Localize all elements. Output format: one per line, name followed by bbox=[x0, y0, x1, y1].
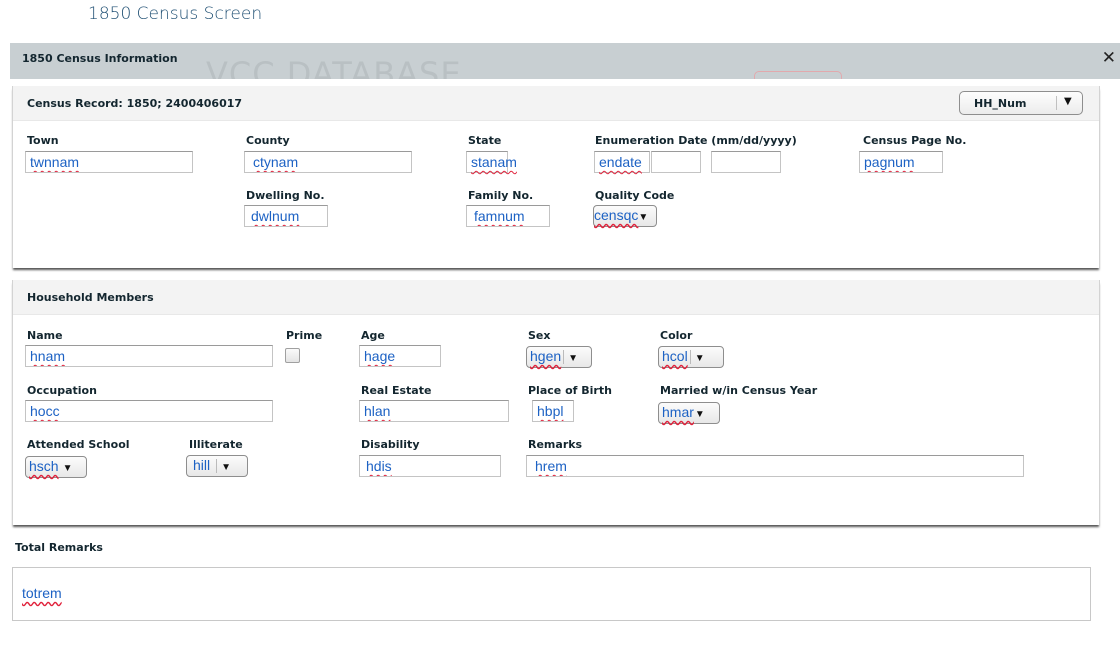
chevron-down-icon: ▼ bbox=[638, 212, 649, 223]
real-estate-input[interactable]: hlan bbox=[359, 400, 509, 422]
chevron-down-icon: ▼ bbox=[1064, 96, 1072, 107]
disability-value: hdis bbox=[366, 458, 392, 474]
real-estate-label: Real Estate bbox=[361, 384, 432, 397]
select-separator bbox=[216, 459, 218, 474]
enumeration-day-input[interactable] bbox=[651, 151, 701, 173]
close-button[interactable]: ✕ bbox=[1102, 50, 1116, 67]
county-input[interactable]: ctynam bbox=[244, 151, 412, 173]
age-value: hage bbox=[364, 348, 396, 364]
age-label: Age bbox=[361, 329, 385, 342]
enumeration-month-value: endate bbox=[599, 154, 642, 170]
place-of-birth-label: Place of Birth bbox=[528, 384, 612, 397]
illiterate-value: hill bbox=[193, 457, 211, 473]
census-page-value: pagnum bbox=[864, 154, 915, 170]
chevron-down-icon: ▼ bbox=[694, 409, 705, 420]
remarks-value: hrem bbox=[535, 458, 567, 474]
select-separator bbox=[1056, 96, 1057, 110]
place-of-birth-value: hbpl bbox=[537, 403, 564, 419]
occupation-label: Occupation bbox=[27, 384, 97, 397]
household-members-header: Household Members bbox=[13, 280, 1099, 315]
chevron-down-icon: ▼ bbox=[62, 463, 73, 474]
watermark-decoration bbox=[754, 71, 842, 79]
name-label: Name bbox=[27, 329, 63, 342]
town-label: Town bbox=[27, 134, 59, 147]
enumeration-month-input[interactable]: endate bbox=[594, 151, 650, 173]
enumeration-year-input[interactable] bbox=[711, 151, 781, 173]
county-label: County bbox=[246, 134, 290, 147]
family-input[interactable]: famnum bbox=[466, 205, 550, 227]
prime-label: Prime bbox=[286, 329, 323, 342]
name-input[interactable]: hnam bbox=[25, 345, 273, 367]
occupation-input[interactable]: hocc bbox=[25, 400, 273, 422]
household-members-panel: Household Members Name hnam Prime Age ha… bbox=[12, 280, 1100, 525]
hh-num-select[interactable]: HH_Num ▼ bbox=[959, 91, 1083, 115]
dialog-header: 1850 Census Information VCC DATABASE ✕ bbox=[10, 43, 1120, 79]
dwelling-input[interactable]: dwlnum bbox=[244, 205, 328, 227]
census-page-input[interactable]: pagnum bbox=[859, 151, 943, 173]
state-label: State bbox=[468, 134, 502, 147]
name-value: hnam bbox=[30, 348, 66, 364]
chevron-down-icon: ▼ bbox=[568, 353, 579, 364]
married-label: Married w/in Census Year bbox=[660, 384, 818, 397]
sex-label: Sex bbox=[528, 329, 551, 342]
chevron-down-icon: ▼ bbox=[694, 353, 705, 364]
page-title: 1850 Census Screen bbox=[88, 4, 263, 24]
occupation-value: hocc bbox=[30, 403, 60, 419]
state-value: stanam bbox=[471, 154, 517, 170]
census-record-title: Census Record: 1850; 2400406017 bbox=[27, 97, 243, 110]
hh-num-value: HH_Num bbox=[974, 97, 1027, 110]
quality-code-select[interactable]: censqc▼ bbox=[593, 205, 657, 227]
prime-checkbox[interactable] bbox=[285, 348, 300, 363]
disability-label: Disability bbox=[361, 438, 420, 451]
dialog-title: 1850 Census Information bbox=[22, 52, 178, 65]
illiterate-label: Illiterate bbox=[189, 438, 243, 451]
attended-school-value: hsch bbox=[29, 458, 59, 474]
color-select[interactable]: hcol ▼ bbox=[658, 346, 724, 368]
married-value: hmar bbox=[662, 404, 694, 420]
attended-school-label: Attended School bbox=[27, 438, 130, 451]
place-of-birth-input[interactable]: hbpl bbox=[532, 400, 574, 422]
census-record-header: Census Record: 1850; 2400406017 HH_Num ▼ bbox=[13, 86, 1099, 121]
household-members-title: Household Members bbox=[27, 291, 154, 304]
total-remarks-input[interactable]: totrem bbox=[12, 567, 1091, 621]
real-estate-value: hlan bbox=[364, 403, 391, 419]
dwelling-value: dwlnum bbox=[251, 208, 300, 224]
chevron-down-icon: ▼ bbox=[221, 462, 232, 473]
county-value: ctynam bbox=[253, 154, 299, 170]
married-select[interactable]: hmar▼ bbox=[658, 402, 720, 424]
remarks-input[interactable]: hrem bbox=[526, 455, 1024, 477]
color-value: hcol bbox=[662, 348, 688, 364]
family-label: Family No. bbox=[468, 189, 534, 202]
color-label: Color bbox=[660, 329, 693, 342]
age-input[interactable]: hage bbox=[359, 345, 441, 367]
select-separator bbox=[563, 350, 565, 365]
dwelling-label: Dwelling No. bbox=[246, 189, 325, 202]
watermark-text: VCC DATABASE bbox=[206, 55, 462, 79]
enumeration-date-label: Enumeration Date (mm/dd/yyyy) bbox=[595, 134, 797, 147]
select-separator bbox=[689, 350, 691, 365]
family-value: famnum bbox=[474, 208, 525, 224]
census-page-label: Census Page No. bbox=[863, 134, 967, 147]
state-input[interactable]: stanam bbox=[466, 151, 517, 173]
remarks-label: Remarks bbox=[528, 438, 583, 451]
sex-value: hgen bbox=[530, 348, 562, 364]
attended-school-select[interactable]: hsch ▼ bbox=[25, 456, 87, 478]
total-remarks-label: Total Remarks bbox=[15, 541, 103, 554]
disability-input[interactable]: hdis bbox=[359, 455, 501, 477]
census-record-panel: Census Record: 1850; 2400406017 HH_Num ▼… bbox=[12, 86, 1100, 268]
illiterate-select[interactable]: hill ▼ bbox=[186, 455, 248, 477]
quality-code-label: Quality Code bbox=[595, 189, 675, 202]
quality-code-value: censqc bbox=[594, 207, 639, 223]
town-value: twnnam bbox=[30, 154, 80, 170]
total-remarks-value: totrem bbox=[22, 585, 62, 601]
sex-select[interactable]: hgen ▼ bbox=[526, 346, 592, 368]
town-input[interactable]: twnnam bbox=[25, 151, 193, 173]
